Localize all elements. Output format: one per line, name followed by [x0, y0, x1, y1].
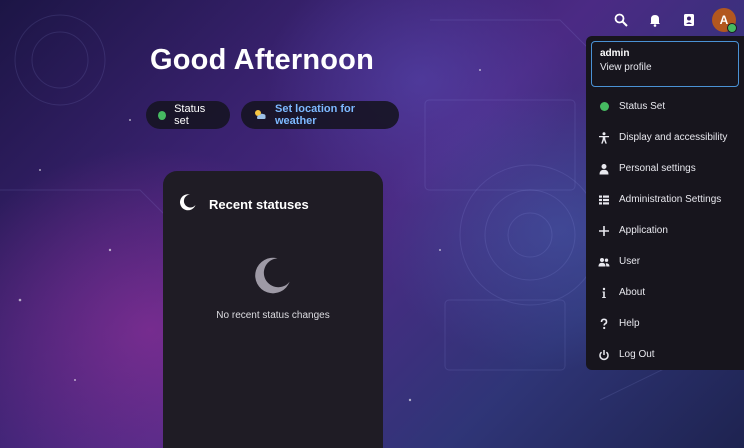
- panel-title: Recent statuses: [209, 197, 309, 212]
- view-profile-link[interactable]: admin View profile: [591, 41, 739, 87]
- menu-item-label: Application: [619, 225, 668, 236]
- weather-location-button[interactable]: Set location for weather: [241, 101, 399, 129]
- status-dot-icon: [598, 101, 610, 113]
- avatar-status-dot: [727, 23, 737, 33]
- user-avatar[interactable]: A: [712, 8, 737, 33]
- weather-label: Set location for weather: [275, 103, 356, 127]
- help-icon: [598, 317, 610, 330]
- plus-icon: [598, 225, 610, 237]
- empty-state: No recent status changes: [163, 255, 383, 321]
- menu-item-label: Help: [619, 318, 640, 329]
- person-icon: [598, 163, 610, 175]
- menu-item-application[interactable]: Application: [591, 215, 739, 246]
- recent-statuses-panel: Recent statuses No recent status changes: [163, 171, 383, 448]
- notifications-icon[interactable]: [644, 9, 666, 31]
- menu-item-status[interactable]: Status Set: [591, 91, 739, 122]
- menu-item-display-accessibility[interactable]: Display and accessibility: [591, 122, 739, 153]
- moon-icon: [179, 193, 197, 216]
- empty-state-text: No recent status changes: [216, 310, 330, 321]
- power-icon: [598, 349, 610, 361]
- menu-item-about[interactable]: About: [591, 277, 739, 308]
- search-icon[interactable]: [610, 9, 632, 31]
- panel-header: Recent statuses: [163, 171, 383, 216]
- admin-list-icon: [598, 194, 610, 206]
- menu-item-user[interactable]: User: [591, 246, 739, 277]
- empty-moon-icon: [253, 257, 293, 299]
- menu-item-label: Log Out: [619, 349, 655, 360]
- accessibility-icon: [598, 131, 610, 144]
- status-button[interactable]: Status set: [146, 101, 230, 129]
- status-dot-icon: [158, 110, 167, 120]
- menu-item-label: About: [619, 287, 646, 298]
- header-actions: A: [610, 8, 737, 33]
- menu-item-administration-settings[interactable]: Administration Settings: [591, 184, 739, 215]
- menu-item-personal-settings[interactable]: Personal settings: [591, 153, 739, 184]
- username: admin: [600, 48, 630, 59]
- menu-item-label: Personal settings: [619, 163, 696, 174]
- menu-item-label: Status Set: [619, 101, 666, 112]
- menu-item-label: User: [619, 256, 641, 267]
- status-label: Status set: [174, 103, 206, 127]
- menu-item-label: Administration Settings: [619, 194, 722, 205]
- view-profile-label: View profile: [600, 62, 652, 73]
- user-menu: admin View profile Status Set Display an…: [586, 36, 744, 370]
- info-icon: [598, 287, 610, 299]
- menu-item-log-out[interactable]: Log Out: [591, 339, 739, 370]
- menu-item-help[interactable]: Help: [591, 308, 739, 339]
- greeting-heading: Good Afternoon: [150, 44, 375, 76]
- contacts-icon[interactable]: [678, 9, 700, 31]
- users-icon: [598, 256, 610, 268]
- menu-item-label: Display and accessibility: [619, 132, 728, 143]
- weather-icon: [253, 108, 267, 123]
- menu-list: Status Set Display and accessibility Per…: [591, 91, 739, 370]
